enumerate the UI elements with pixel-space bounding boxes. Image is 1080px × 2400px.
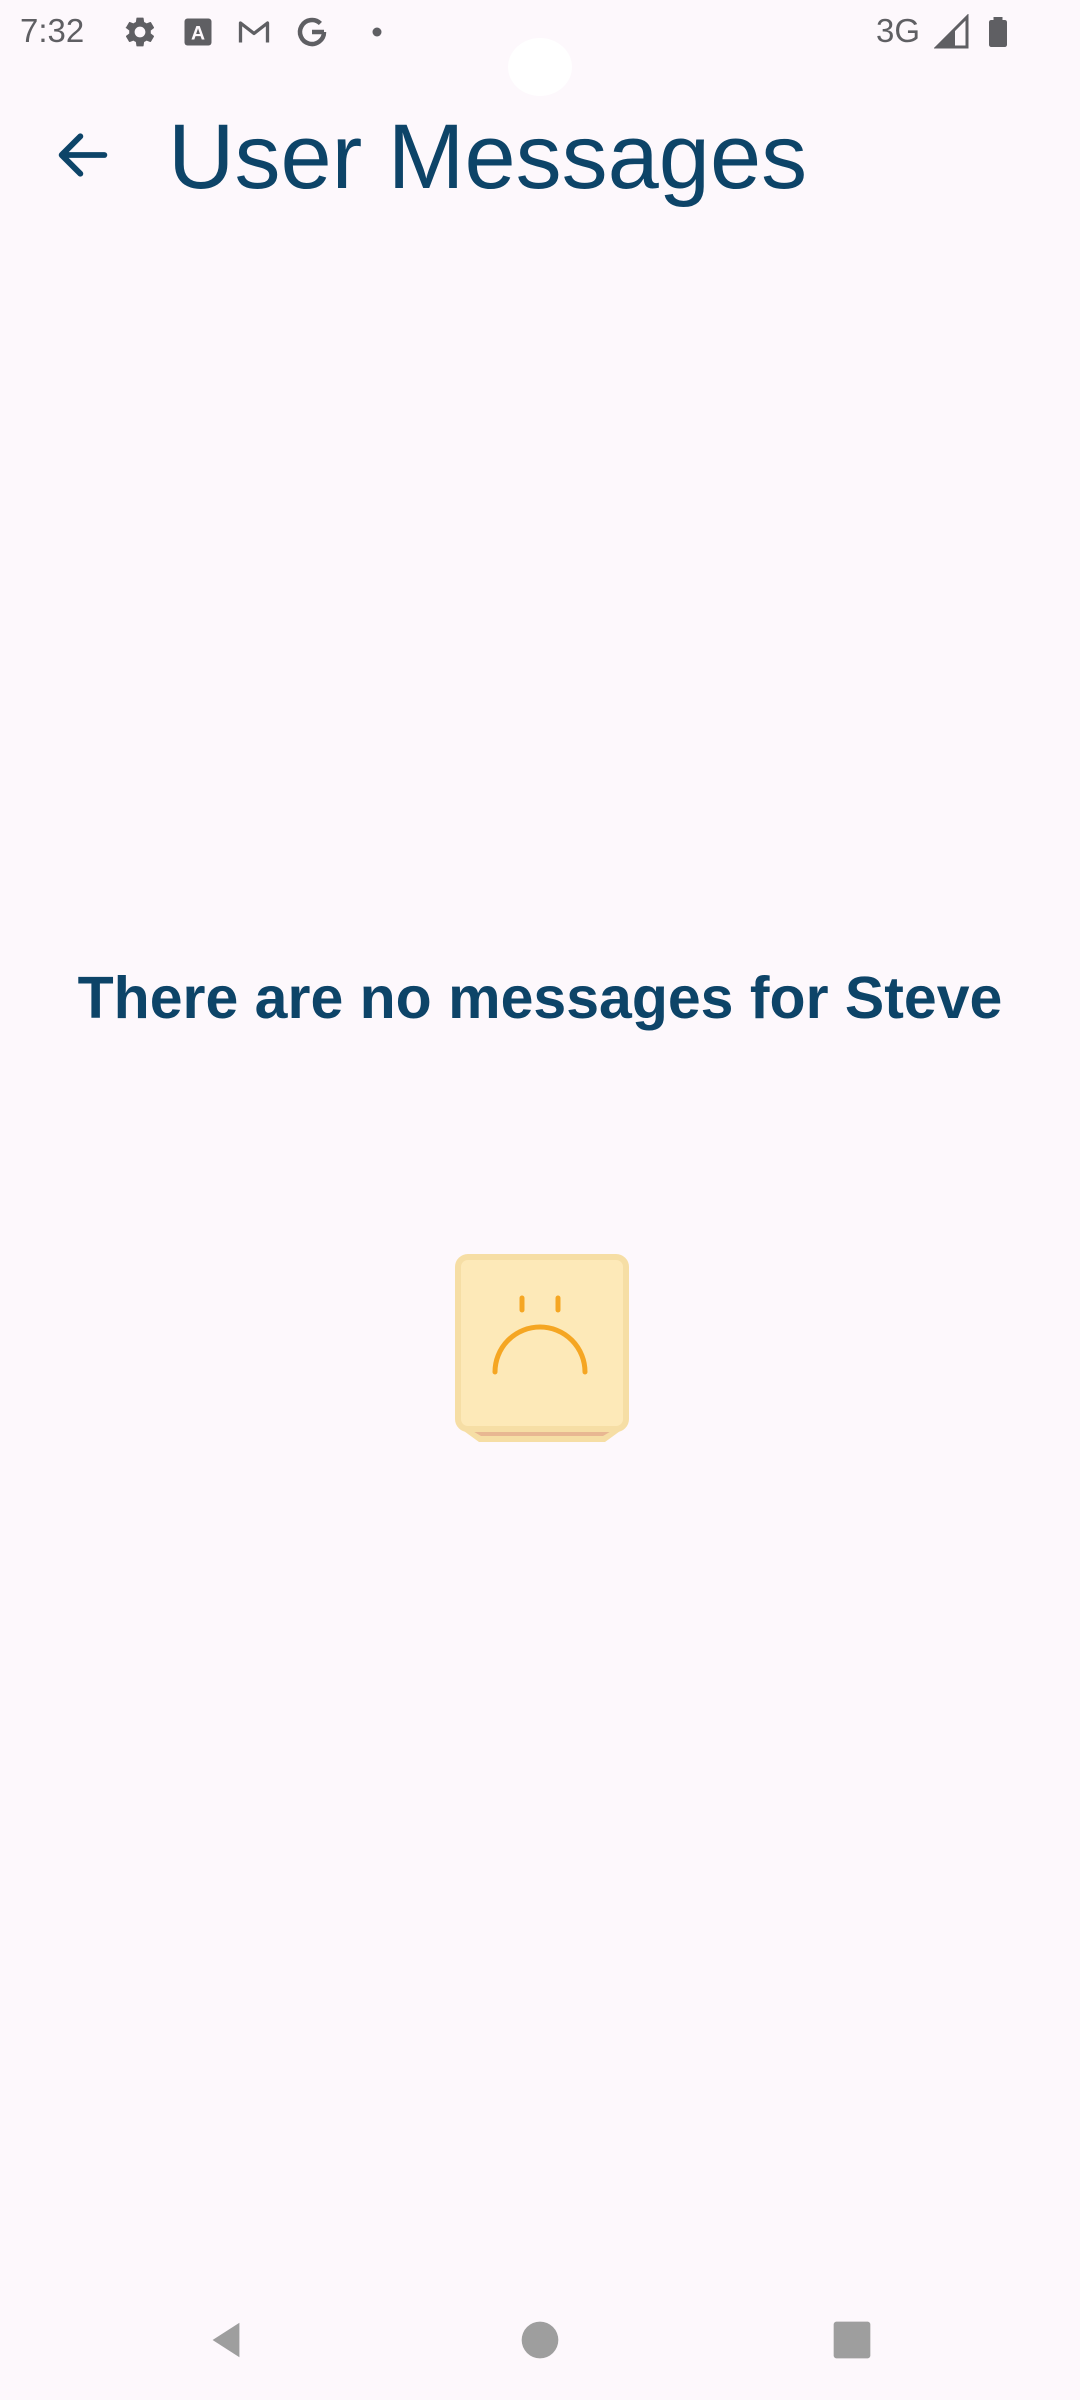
notification-dot-icon — [362, 14, 398, 50]
back-button[interactable] — [38, 110, 128, 200]
google-icon — [294, 14, 330, 50]
back-triangle-icon — [212, 2322, 240, 2358]
settings-icon — [122, 14, 158, 50]
svg-text:A: A — [191, 23, 205, 45]
arrow-back-icon — [58, 133, 108, 177]
gmail-icon — [236, 14, 272, 50]
keyboard-a-icon: A — [180, 14, 216, 50]
recents-square-icon — [833, 2321, 871, 2359]
app-bar: User Messages — [0, 96, 1080, 226]
status-time: 7:32 — [20, 12, 85, 49]
system-nav-bar — [0, 2280, 1080, 2400]
home-circle-icon — [521, 2321, 559, 2359]
nav-back-button[interactable] — [196, 2310, 256, 2370]
nav-recents-button[interactable] — [822, 2310, 882, 2370]
nav-home-button[interactable] — [510, 2310, 570, 2370]
sad-face-box-icon — [455, 1254, 629, 1444]
empty-state-message: There are no messages for Steve — [77, 965, 1003, 1031]
signal-icon — [933, 13, 970, 50]
camera-cutout — [508, 38, 572, 96]
network-type: 3G — [876, 12, 921, 49]
page-title: User Messages — [168, 106, 808, 208]
battery-icon — [980, 14, 1016, 50]
